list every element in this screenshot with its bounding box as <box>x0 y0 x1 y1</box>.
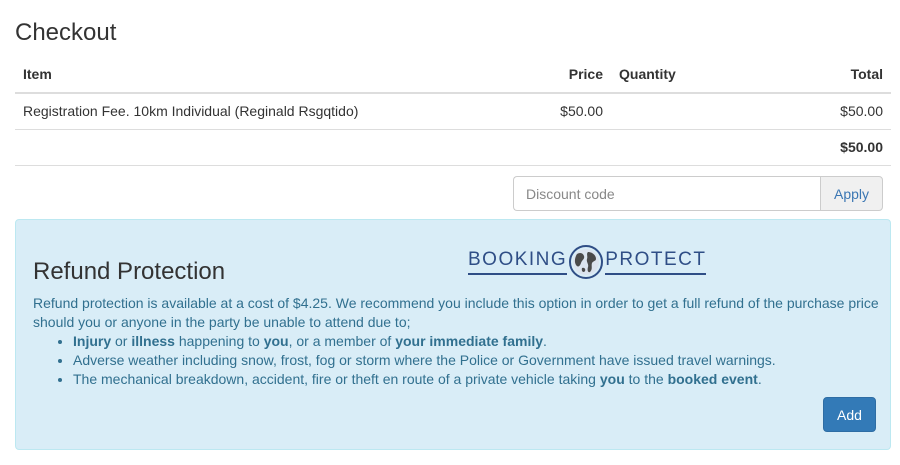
cart-item-total: $50.00 <box>811 93 891 130</box>
globe-icon <box>569 245 604 279</box>
grand-total: $50.00 <box>811 129 891 166</box>
logo-text-right: PROTECT <box>605 250 707 275</box>
discount-code-input[interactable] <box>513 176 820 211</box>
cart-item-name: Registration Fee. 10km Individual (Regin… <box>15 93 521 130</box>
refund-protection-panel: Refund Protection BOOKING PROTECT Refund… <box>15 219 891 450</box>
cart-item-quantity <box>611 93 811 130</box>
booking-protect-logo: BOOKING PROTECT <box>468 242 707 282</box>
refund-protection-title: Refund Protection <box>33 258 226 285</box>
page-title: Checkout <box>15 19 117 46</box>
column-header-item: Item <box>15 56 521 94</box>
apply-button[interactable]: Apply <box>820 176 883 211</box>
list-item: Injury or illness happening to you, or a… <box>73 332 776 351</box>
table-row: Registration Fee. 10km Individual (Regin… <box>15 93 891 130</box>
column-header-price: Price <box>521 56 611 94</box>
discount-group: Apply <box>513 176 883 211</box>
cart-header-row: Item Price Quantity Total <box>15 56 891 94</box>
add-refund-protection-button[interactable]: Add <box>823 397 876 432</box>
column-header-total: Total <box>811 56 891 94</box>
logo-text-left: BOOKING <box>468 250 568 275</box>
list-item: Adverse weather including snow, frost, f… <box>73 351 776 370</box>
refund-description: Refund protection is available at a cost… <box>33 295 879 330</box>
cart-item-price: $50.00 <box>521 93 611 130</box>
column-header-quantity: Quantity <box>611 56 811 94</box>
refund-reasons-list: Injury or illness happening to you, or a… <box>73 332 776 389</box>
list-item: The mechanical breakdown, accident, fire… <box>73 370 776 389</box>
cart-table: Item Price Quantity Total Registration F… <box>15 56 891 166</box>
grand-total-row: $50.00 <box>15 129 891 166</box>
